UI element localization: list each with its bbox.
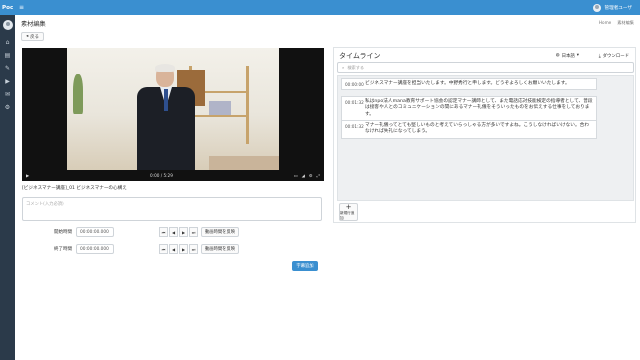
book-icon: ▤: [4, 52, 11, 59]
volume-icon[interactable]: ◢: [302, 173, 305, 178]
clip-title: [ビジネスマナー講座]_01 ビジネスマナーの心構え: [22, 186, 127, 191]
video-frame: [67, 48, 279, 170]
sidebar-item-video[interactable]: ▶: [0, 75, 15, 88]
globe-icon: ◍: [555, 53, 560, 58]
sidebar-avatar: [2, 20, 13, 30]
download-label: ダウンロード: [602, 54, 629, 59]
entry-text[interactable]: マナー礼儀ってとても堅しいものと考えていらっしゃる方が多いですよね。こうしなけれ…: [365, 123, 593, 137]
sidebar-item-settings[interactable]: ⚙: [0, 101, 15, 114]
comment-field[interactable]: コメント(入力必須): [22, 197, 322, 221]
breadcrumb-current: 素材編集: [617, 20, 634, 25]
settings-icon[interactable]: ⚙: [309, 173, 313, 178]
end-step-last-icon[interactable]: ⏭: [189, 244, 198, 254]
plus-icon: +: [345, 202, 352, 211]
timeline-panel: タイムライン ◍ 日本語 ▾ ⤓ ダウンロード ⌕ 検索する 00:00:00 …: [333, 47, 636, 223]
entry-text[interactable]: 私はnpo法人mana教育サポート協会の認定マナー講師として、また電話応対技能検…: [365, 99, 593, 119]
home-icon: ⌂: [5, 39, 10, 46]
language-value: 日本語: [561, 54, 575, 59]
pen-icon: ✎: [4, 65, 11, 72]
page-title: 素材編集: [21, 21, 46, 28]
timeline-entry[interactable]: 00:01:32 私はnpo法人mana教育サポート協会の認定マナー講師として、…: [341, 96, 597, 122]
play-icon[interactable]: ▶: [26, 173, 29, 178]
end-time-label: 終了時間: [54, 247, 72, 252]
user-avatar: [592, 3, 601, 12]
sidebar-item-edit[interactable]: ✎: [0, 62, 15, 75]
chat-icon: ✉: [4, 91, 11, 98]
back-label: 戻る: [30, 34, 39, 40]
start-step-first-icon[interactable]: ⏮: [159, 227, 168, 237]
timeline-search-input[interactable]: ⌕ 検索する: [337, 62, 634, 73]
add-row-button[interactable]: + 新規行追加: [339, 203, 358, 221]
app-brand[interactable]: Poc: [0, 5, 16, 11]
sidebar-item-chat[interactable]: ✉: [0, 88, 15, 101]
fullscreen-icon[interactable]: ⤢: [317, 173, 320, 178]
start-time-row: 開始時間 00:00:00.000 ⏮ ◀ ▶ ⏭ 動画時間を反映: [45, 226, 285, 238]
end-set-button[interactable]: 動画時間を反映: [201, 244, 240, 254]
timeline-entry[interactable]: 00:00:00 ビジネスマナー講座を担当いたします。中野秀行と申します。どうぞ…: [341, 78, 597, 90]
add-row-label: 新規行追加: [340, 210, 355, 220]
start-step-forward-icon[interactable]: ▶: [179, 227, 188, 237]
breadcrumb-home[interactable]: Home: [599, 20, 611, 26]
video-icon: ▶: [5, 78, 10, 85]
timeline-entry[interactable]: 00:01:32 マナー礼儀ってとても堅しいものと考えていらっしゃる方が多いです…: [341, 120, 597, 139]
end-time-input[interactable]: 00:00:00.000: [76, 244, 114, 254]
gear-icon: ⚙: [4, 104, 11, 111]
search-icon: ⌕: [342, 65, 345, 70]
user-menu[interactable]: 管理者ユーザ: [592, 3, 632, 12]
download-button[interactable]: ⤓ ダウンロード: [599, 53, 629, 59]
top-navbar: Poc ≡ 管理者ユーザ: [0, 0, 640, 15]
entry-text[interactable]: ビジネスマナー講座を担当いたします。中野秀行と申します。どうぞよろしくお願いいた…: [365, 81, 593, 88]
chevron-down-icon: ▾: [576, 53, 579, 58]
entry-timestamp: 00:01:32: [345, 123, 364, 129]
video-player[interactable]: ▶ 0:00 / 5:29 ▭ ◢ ⚙ ⤢: [22, 48, 324, 181]
language-select[interactable]: ◍ 日本語 ▾: [556, 53, 579, 59]
sidebar: ⌂ ▤ ✎ ▶ ✉ ⚙: [0, 15, 15, 360]
breadcrumb: Home 素材編集: [599, 20, 634, 26]
search-placeholder: 検索する: [347, 64, 365, 70]
start-step-last-icon[interactable]: ⏭: [189, 227, 198, 237]
sidebar-item-home[interactable]: ⌂: [0, 36, 15, 49]
end-step-forward-icon[interactable]: ▶: [179, 244, 188, 254]
add-subtitle-button[interactable]: 字幕追加: [292, 261, 318, 271]
video-controls: ▶ 0:00 / 5:29 ▭ ◢ ⚙ ⤢: [22, 170, 324, 181]
start-time-label: 開始時間: [54, 230, 72, 235]
main-content: 素材編集 Home 素材編集 ◂ 戻る ▶ 0:00 / 5:29 ▭ ◢ ⚙ …: [15, 15, 640, 360]
entry-timestamp: 00:00:00: [345, 81, 364, 87]
download-icon: ⤓: [598, 54, 601, 59]
video-time: 0:00 / 5:29: [150, 173, 173, 178]
entry-timestamp: 00:01:32: [345, 99, 364, 105]
timeline-title: タイムライン: [339, 52, 381, 60]
user-name: 管理者ユーザ: [604, 5, 632, 11]
start-time-input[interactable]: 00:00:00.000: [76, 227, 114, 237]
hamburger-icon[interactable]: ≡: [19, 4, 24, 11]
sidebar-item-books[interactable]: ▤: [0, 49, 15, 62]
end-step-back-icon[interactable]: ◀: [169, 244, 178, 254]
start-set-button[interactable]: 動画時間を反映: [201, 227, 240, 237]
end-step-first-icon[interactable]: ⏮: [159, 244, 168, 254]
end-time-row: 終了時間 00:00:00.000 ⏮ ◀ ▶ ⏭ 動画時間を反映: [45, 243, 285, 255]
captions-icon[interactable]: ▭: [294, 173, 298, 178]
arrow-left-icon: ◂: [26, 34, 29, 39]
timeline-list: 00:00:00 ビジネスマナー講座を担当いたします。中野秀行と申します。どうぞ…: [337, 75, 634, 201]
back-button[interactable]: ◂ 戻る: [21, 32, 44, 41]
presenter: [137, 64, 197, 170]
start-step-back-icon[interactable]: ◀: [169, 227, 178, 237]
